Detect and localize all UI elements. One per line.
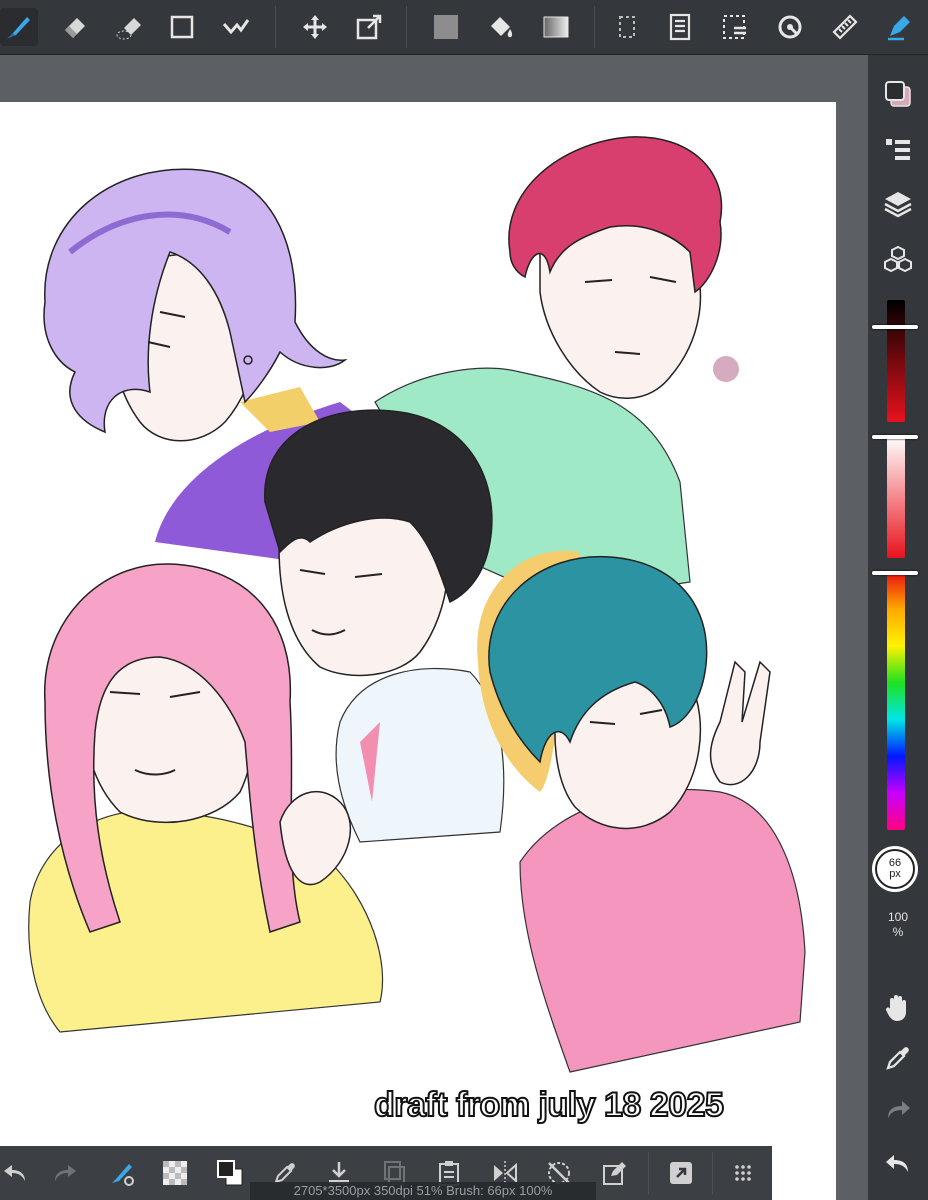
transform-icon — [356, 14, 382, 40]
transform-tool-button[interactable] — [350, 8, 388, 46]
gradient-tool-button[interactable] — [537, 8, 575, 46]
list-menu-icon — [886, 139, 910, 160]
brush-size-button[interactable]: 66 px — [872, 846, 918, 892]
check-stroke-icon — [222, 19, 250, 35]
brush-icon — [7, 17, 30, 39]
brightness-slider-handle[interactable] — [872, 325, 918, 329]
watermark-text: draft from july 18 2025 — [373, 1085, 725, 1125]
rotate-tool-button[interactable] — [771, 8, 809, 46]
pen-icon — [888, 16, 910, 41]
move-arrows-icon — [303, 15, 327, 39]
saturation-slider[interactable] — [887, 436, 905, 558]
correction-tool-button[interactable] — [217, 8, 255, 46]
eraser-tool-button[interactable] — [55, 8, 93, 46]
eraser-icon — [65, 18, 85, 38]
hue-slider-handle[interactable] — [872, 571, 918, 575]
paint-bucket-icon — [491, 17, 513, 38]
edit-button[interactable] — [596, 1154, 634, 1192]
figure-black-hair — [264, 409, 505, 843]
dashed-select-icon — [619, 16, 635, 38]
figure-teal-hair — [477, 550, 806, 1073]
blur-eraser-icon — [116, 18, 141, 40]
rotate-icon — [778, 15, 802, 39]
artwork-illustration — [28, 136, 806, 1073]
layers-icon — [884, 192, 912, 218]
brush-menu-button[interactable] — [879, 131, 917, 169]
brightness-slider[interactable] — [887, 300, 905, 422]
layers-button[interactable] — [879, 185, 917, 223]
cubes-icon — [884, 245, 912, 273]
hand-icon — [885, 995, 906, 1021]
redo-icon — [55, 1165, 76, 1181]
redo-button[interactable] — [46, 1154, 84, 1192]
opacity-value: 100 — [887, 910, 909, 924]
gradient-icon — [543, 16, 569, 38]
saturation-slider-handle[interactable] — [872, 435, 918, 439]
edit-pen-icon — [603, 1162, 626, 1185]
bucket-tool-button[interactable] — [482, 8, 520, 46]
brush-settings-icon — [112, 1164, 134, 1186]
brush-size-indicator: 66 px — [875, 849, 915, 889]
filled-square-icon — [434, 15, 458, 39]
pen-tool-button[interactable] — [880, 8, 918, 46]
transparency-button[interactable] — [156, 1154, 194, 1192]
fill-color-button[interactable] — [427, 8, 465, 46]
square-icon — [170, 15, 194, 39]
opacity-unit: % — [892, 925, 904, 939]
redo-side-button[interactable] — [879, 1091, 917, 1129]
shape-tool-button[interactable] — [163, 8, 201, 46]
text-tool-button[interactable] — [661, 8, 699, 46]
status-bar: 2705*3500px 350dpi 51% Brush: 66px 100% — [250, 1182, 596, 1200]
checkerboard-icon — [163, 1161, 187, 1185]
brush-tool-button[interactable] — [0, 8, 38, 46]
undo-icon — [886, 1155, 908, 1172]
top-toolbar — [0, 0, 928, 55]
color-swap-button[interactable] — [211, 1154, 249, 1192]
select-tool-button[interactable] — [608, 8, 646, 46]
selection-menu-icon — [723, 15, 746, 39]
hue-slider[interactable] — [887, 572, 905, 830]
materials-button[interactable] — [879, 241, 917, 279]
reference-window-button[interactable] — [662, 1154, 700, 1192]
more-menu-button[interactable] — [724, 1154, 762, 1192]
arrow-box-icon — [670, 1162, 692, 1184]
blur-tool-button[interactable] — [110, 8, 148, 46]
ruler-icon — [832, 14, 858, 40]
opacity-button[interactable]: 100 % — [868, 910, 928, 940]
drawing-canvas[interactable]: draft from july 18 2025 — [0, 102, 836, 1200]
undo-button[interactable] — [0, 1154, 34, 1192]
color-swatch-button[interactable] — [879, 75, 917, 113]
color-swatch-icon — [885, 81, 911, 107]
document-lines-icon — [669, 13, 691, 41]
brush-size-unit: px — [889, 868, 901, 880]
undo-icon — [4, 1165, 25, 1181]
grid-dots-icon — [735, 1165, 751, 1181]
eyedropper-button[interactable] — [879, 1039, 917, 1077]
undo-side-button[interactable] — [879, 1145, 917, 1183]
eyedropper-icon — [886, 1047, 909, 1070]
redo-icon — [888, 1101, 910, 1118]
ruler-tool-button[interactable] — [826, 8, 864, 46]
color-pair-icon — [217, 1160, 243, 1186]
lasso-select-tool-button[interactable] — [716, 8, 754, 46]
hand-tool-button[interactable] — [879, 989, 917, 1027]
move-tool-button[interactable] — [296, 8, 334, 46]
brush-settings-button[interactable] — [103, 1154, 141, 1192]
